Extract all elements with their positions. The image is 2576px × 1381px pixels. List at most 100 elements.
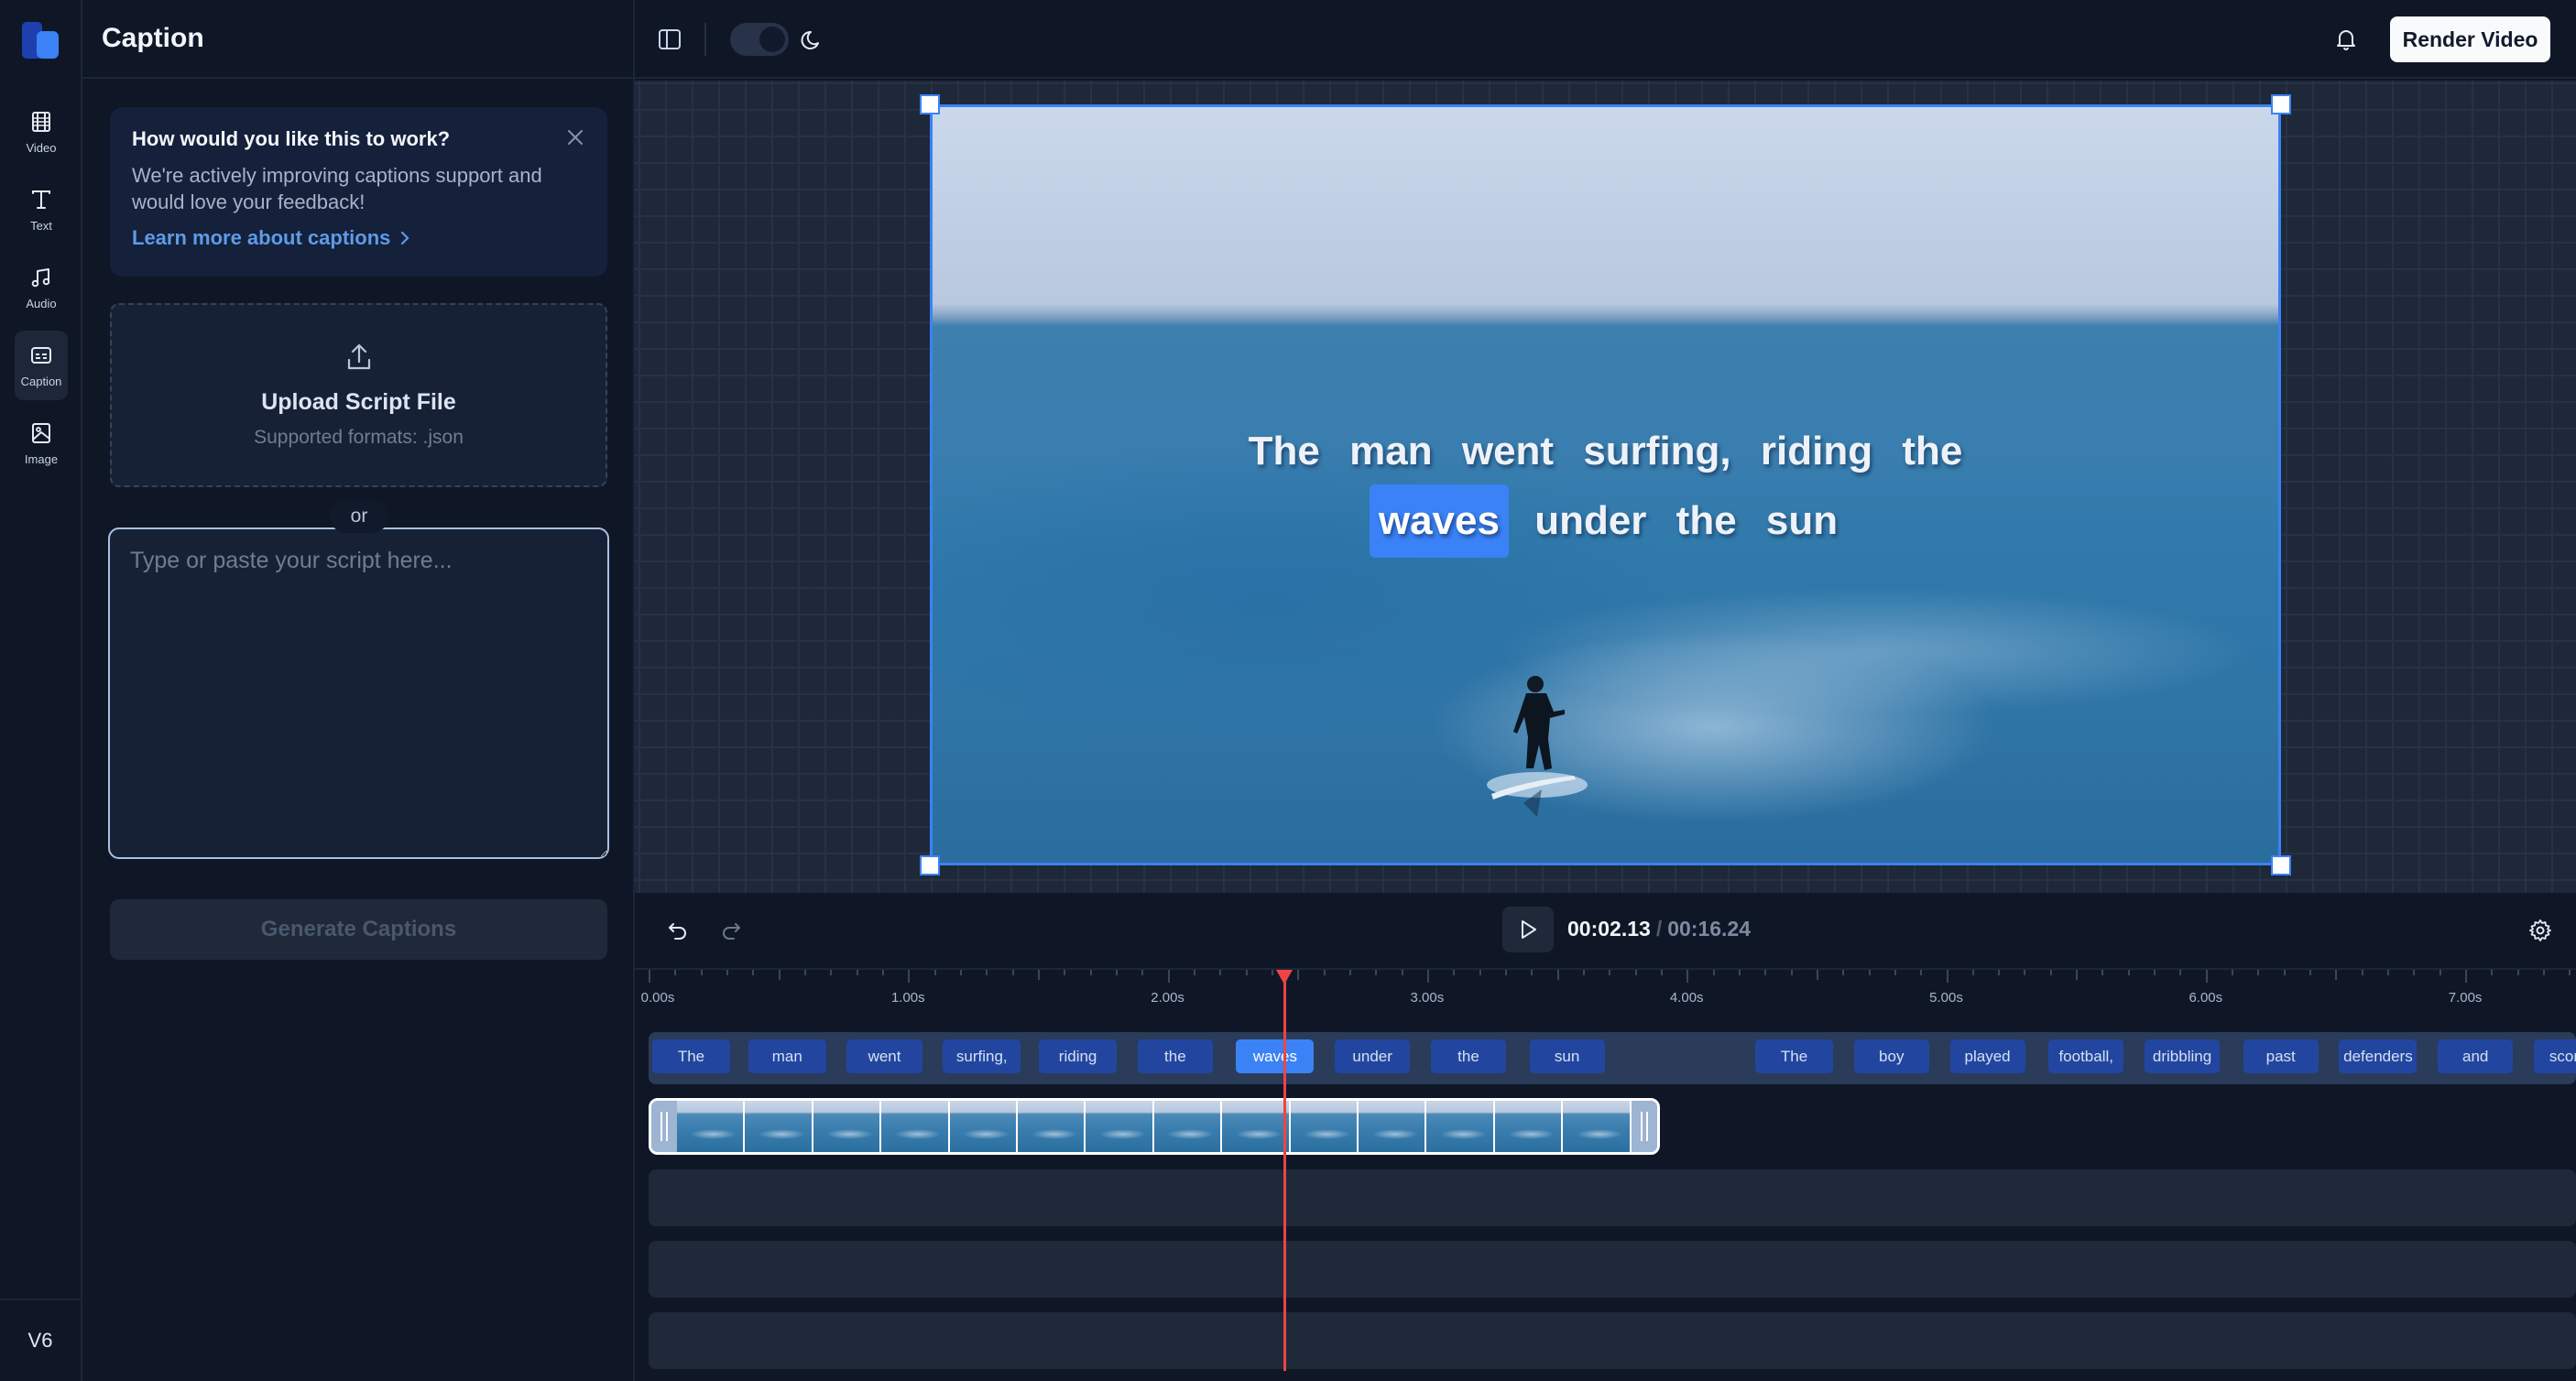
ruler-tick xyxy=(933,970,936,975)
caption-chip[interactable]: man xyxy=(748,1039,826,1073)
caption-chip[interactable]: scored xyxy=(2533,1039,2576,1073)
feedback-body: We're actively improving captions suppor… xyxy=(132,164,542,213)
empty-track-2[interactable] xyxy=(649,1241,2576,1298)
ruler-tick xyxy=(830,970,833,975)
ruler-tick xyxy=(1115,970,1118,975)
dark-mode-button[interactable] xyxy=(798,25,827,54)
playhead[interactable] xyxy=(1283,970,1287,1371)
caption-chip[interactable]: past xyxy=(2243,1039,2319,1073)
ruler-tick xyxy=(1348,970,1351,975)
rail-item-image[interactable]: Image xyxy=(15,408,68,478)
resize-handle-bottom-left[interactable] xyxy=(920,855,940,875)
resize-handle-bottom-right[interactable] xyxy=(2271,855,2291,875)
close-card-button[interactable] xyxy=(563,125,587,149)
undo-icon xyxy=(669,923,686,940)
ruler-tick xyxy=(1686,970,1689,983)
ruler-tick xyxy=(1842,970,1845,975)
preview-canvas: The man went surfing, riding the waves u… xyxy=(635,81,2576,893)
toggle-sidebar-button[interactable] xyxy=(655,25,684,54)
resize-handle-top-left[interactable] xyxy=(920,94,940,114)
video-thumbnail xyxy=(881,1101,950,1152)
version-label: V6 xyxy=(0,1299,81,1381)
video-editor-app: Video Text Audio Caption Image V6 Caption Ho… xyxy=(0,0,2576,1381)
empty-track-1[interactable] xyxy=(649,1169,2576,1226)
caption-track[interactable]: The man went surfing, riding the waves under the… xyxy=(649,1032,2576,1084)
current-time: 00:02.13 xyxy=(1567,917,1651,941)
caption-word: the xyxy=(1675,498,1737,543)
caption-chip[interactable]: sun xyxy=(1529,1039,1605,1073)
caption-chip[interactable]: defenders xyxy=(2339,1039,2418,1073)
caption-chip[interactable]: dribbling xyxy=(2144,1039,2221,1073)
time-separator: / xyxy=(1655,917,1663,941)
play-button[interactable] xyxy=(1502,907,1554,952)
ruler-label: 5.00s xyxy=(1929,990,1963,1006)
upload-script-dropzone[interactable]: Upload Script File Supported formats: .j… xyxy=(110,303,607,487)
text-icon xyxy=(29,188,53,212)
rail-item-label: Image xyxy=(24,451,59,466)
ruler-label: 6.00s xyxy=(2189,990,2223,1006)
rail-item-label: Text xyxy=(30,218,52,233)
top-toolbar: Render Video xyxy=(635,0,2576,79)
caption-chip[interactable]: boy xyxy=(1853,1039,1929,1073)
clip-trim-handle-left[interactable] xyxy=(651,1101,677,1152)
playhead-handle[interactable] xyxy=(1276,970,1293,984)
video-clip[interactable] xyxy=(649,1098,1660,1155)
undo-button[interactable] xyxy=(662,915,693,946)
ruler-label: 0.00s xyxy=(640,990,675,1006)
caption-chip[interactable]: played xyxy=(1949,1039,2025,1073)
caption-chip[interactable]: The xyxy=(1755,1039,1833,1073)
ruler-tick xyxy=(1816,970,1818,980)
app-logo[interactable] xyxy=(20,18,66,64)
rail-item-caption[interactable]: Caption xyxy=(15,331,68,400)
icon-rail: Video Text Audio Caption Image V6 xyxy=(0,0,82,1381)
panel-title: Caption xyxy=(82,0,633,79)
ruler-label: 1.00s xyxy=(890,990,925,1006)
caption-line: waves under the sun xyxy=(933,484,2278,558)
ruler-tick xyxy=(1219,970,1222,975)
caption-overlay[interactable]: The man went surfing, riding the waves u… xyxy=(933,419,2278,558)
rail-item-video[interactable]: Video xyxy=(15,97,68,167)
caption-chip[interactable]: surfing, xyxy=(943,1039,1021,1073)
ruler-tick xyxy=(1660,970,1663,975)
timeline-ruler[interactable]: 0.00s 1.00s 2.00s 3.00s 4.00s 5.00s 6.00s 7.00s xyxy=(635,970,2576,1025)
clip-trim-handle-right[interactable] xyxy=(1631,1101,1657,1152)
video-thumbnail xyxy=(745,1101,813,1152)
ruler-tick xyxy=(1089,970,1092,975)
video-preview[interactable]: The man went surfing, riding the waves u… xyxy=(930,104,2281,865)
upload-title: Upload Script File xyxy=(261,389,456,415)
learn-more-link[interactable]: Learn more about captions xyxy=(132,226,585,250)
notifications-button[interactable] xyxy=(2331,25,2361,54)
theme-toggle[interactable] xyxy=(730,23,789,56)
ruler-tick xyxy=(2335,970,2338,980)
generate-captions-button[interactable]: Generate Captions xyxy=(110,899,607,960)
ruler-tick xyxy=(1634,970,1637,975)
caption-chip[interactable]: riding xyxy=(1039,1039,1118,1073)
ruler-tick xyxy=(1609,970,1611,975)
caption-chip[interactable]: waves xyxy=(1236,1039,1315,1073)
ruler-tick xyxy=(778,970,780,980)
caption-chip[interactable]: went xyxy=(846,1039,922,1073)
ruler-tick xyxy=(1531,970,1534,975)
render-video-button[interactable]: Render Video xyxy=(2390,16,2550,62)
ruler-tick xyxy=(1167,970,1170,983)
video-track[interactable] xyxy=(649,1098,2576,1155)
ruler-tick xyxy=(1193,970,1195,975)
caption-chip[interactable]: The xyxy=(652,1039,730,1073)
caption-chip[interactable]: football, xyxy=(2048,1039,2124,1073)
redo-button[interactable] xyxy=(715,915,747,946)
video-thumbnail xyxy=(1359,1101,1427,1152)
script-input[interactable] xyxy=(108,527,609,859)
resize-handle-top-right[interactable] xyxy=(2271,94,2291,114)
empty-track-3[interactable] xyxy=(649,1312,2576,1369)
caption-chip[interactable]: the xyxy=(1137,1039,1213,1073)
caption-chip[interactable]: the xyxy=(1430,1039,1507,1073)
play-icon xyxy=(1522,920,1536,939)
caption-chip[interactable]: and xyxy=(2438,1039,2514,1073)
rail-item-text[interactable]: Text xyxy=(15,175,68,245)
caption-chip[interactable]: under xyxy=(1335,1039,1411,1073)
ruler-tick xyxy=(1375,970,1378,975)
timeline[interactable]: 0.00s 1.00s 2.00s 3.00s 4.00s 5.00s 6.00s 7.00s… xyxy=(635,968,2576,1381)
ruler-tick xyxy=(959,970,962,975)
timeline-settings-button[interactable] xyxy=(2525,915,2556,946)
rail-item-audio[interactable]: Audio xyxy=(15,253,68,322)
